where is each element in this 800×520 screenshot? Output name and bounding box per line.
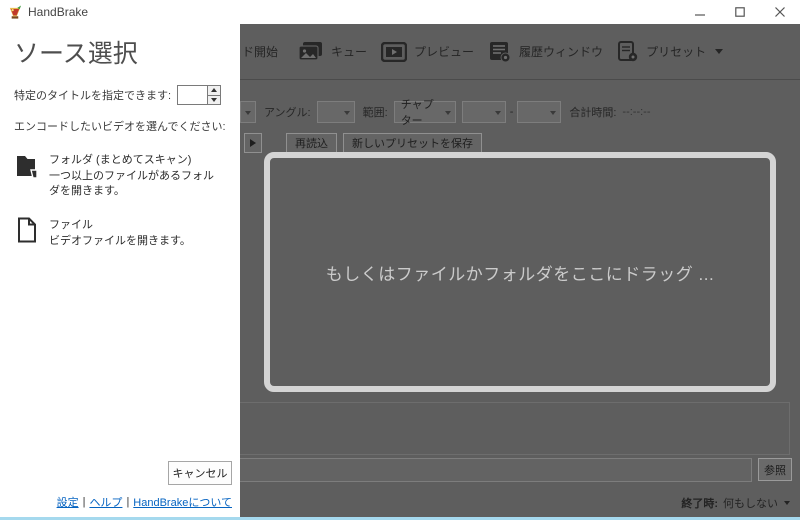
- choose-video-label: エンコードしたいビデオを選んでください:: [14, 121, 226, 133]
- presets-label: プリセット: [646, 45, 707, 59]
- cancel-button[interactable]: キャンセル: [168, 461, 232, 485]
- spin-down-button[interactable]: [208, 94, 221, 104]
- titlebar[interactable]: HandBrake: [0, 0, 800, 24]
- spin-up-button[interactable]: [208, 86, 221, 95]
- start-encode-label: ド開始: [242, 45, 279, 59]
- file-option-description: ビデオファイルを開きます。: [49, 234, 191, 247]
- arrow-right-icon: [250, 138, 256, 147]
- save-new-preset-button[interactable]: 新しいプリセットを保存: [343, 132, 482, 153]
- source-select-panel: ソース選択 特定のタイトルを指定できます: エンコードしたいビデオを選んでくださ…: [0, 24, 240, 517]
- drop-zone-message: もしくはファイルかフォルダをここにドラッグ ...: [325, 264, 715, 284]
- preview-label: プレビュー: [414, 45, 475, 59]
- window-controls: [680, 0, 800, 24]
- toolbar-activity-window[interactable]: 履歴ウィンドウ: [488, 41, 603, 63]
- title-select[interactable]: [240, 101, 256, 123]
- title-number-spinbox: [177, 85, 222, 105]
- link-separator: |: [126, 496, 130, 508]
- activity-window-icon: [490, 41, 511, 62]
- toolbar-start-encode[interactable]: ド開始: [242, 43, 278, 60]
- range-label: 範囲:: [362, 107, 388, 119]
- window-title: HandBrake: [28, 5, 89, 19]
- handbrake-logo: [9, 4, 22, 19]
- destination-row: 参照: [240, 457, 792, 482]
- title-number-row: 特定のタイトルを指定できます:: [14, 85, 232, 105]
- presets-dropdown-icon: [715, 49, 724, 54]
- angle-label: アングル:: [264, 107, 311, 119]
- open-folder-option[interactable]: フォルダ (まとめてスキャン) 一つ以上のファイルがあるフォルダを開きます。: [14, 151, 232, 199]
- reload-button[interactable]: 再読込: [286, 132, 337, 153]
- folder-option-name: フォルダ (まとめてスキャン): [49, 154, 192, 166]
- range-type-select[interactable]: チャプター: [393, 99, 456, 127]
- chevron-down-icon: [550, 111, 557, 115]
- open-file-option[interactable]: ファイル ビデオファイルを開きます。: [14, 216, 232, 249]
- main-toolbar: ド開始 キュー プレビュー 履歴ウィンドウ プリセット: [240, 24, 800, 80]
- range-separator: -: [509, 106, 514, 118]
- chevron-down-icon: [245, 111, 251, 115]
- activity-window-label: 履歴ウィンドウ: [519, 45, 604, 59]
- help-link[interactable]: ヘルプ: [89, 494, 122, 510]
- panel-footer-links: 設定 | ヘルプ | HandBrakeについて: [57, 494, 232, 510]
- presets-icon: [618, 40, 638, 61]
- status-bar: 終了時: 何もしない: [240, 493, 790, 513]
- angle-select[interactable]: [316, 101, 355, 123]
- drag-drop-zone[interactable]: もしくはファイルかフォルダをここにドラッグ ...: [264, 152, 776, 392]
- folder-icon: [14, 151, 40, 199]
- queue-label: キュー: [331, 45, 368, 59]
- close-icon[interactable]: [760, 0, 800, 24]
- main-window-dimmed: ド開始 キュー プレビュー 履歴ウィンドウ プリセット アングル: 範囲: チャ…: [240, 24, 800, 517]
- minimize-icon[interactable]: [680, 0, 720, 24]
- chevron-down-icon: [784, 501, 790, 505]
- duration-label: 合計時間:: [569, 107, 617, 119]
- about-handbrake-link[interactable]: HandBrakeについて: [133, 494, 232, 510]
- file-icon: [14, 216, 40, 249]
- folder-option-description: 一つ以上のファイルがあるフォルダを開きます。: [49, 170, 214, 197]
- chevron-down-icon: [494, 111, 501, 115]
- handbrake-window: HandBrake ド開始 キュー プレビュー 履歴ウィンドウ プリセット アン…: [0, 0, 800, 520]
- presets-panel-toggle-button[interactable]: [244, 132, 262, 153]
- range-start-select[interactable]: [461, 101, 506, 123]
- source-settings-row: アングル: 範囲: チャプター - 合計時間: --:--:--: [240, 99, 800, 127]
- toolbar-presets[interactable]: プリセット: [617, 40, 724, 63]
- output-group-box: [240, 402, 790, 455]
- chevron-down-icon: [444, 111, 451, 115]
- chevron-down-icon: [343, 111, 350, 115]
- destination-path-input[interactable]: [240, 457, 752, 482]
- title-number-label: 特定のタイトルを指定できます:: [14, 90, 172, 102]
- duration-value: --:--:--: [622, 106, 651, 118]
- toolbar-queue[interactable]: キュー: [298, 41, 367, 63]
- title-number-input[interactable]: [177, 85, 208, 105]
- file-option-name: ファイル: [49, 218, 93, 231]
- range-type-value: チャプター: [400, 99, 434, 127]
- arrow-down-icon: [211, 97, 218, 102]
- when-done-select[interactable]: 何もしない: [723, 495, 778, 511]
- range-end-select[interactable]: [517, 101, 562, 123]
- when-done-label: 終了時:: [681, 498, 718, 510]
- maximize-icon[interactable]: [720, 0, 760, 24]
- link-separator: |: [82, 496, 86, 508]
- queue-icon: [298, 41, 323, 61]
- browse-button[interactable]: 参照: [758, 458, 792, 481]
- settings-link[interactable]: 設定: [57, 494, 79, 510]
- preview-icon: [381, 41, 408, 62]
- arrow-up-icon: [211, 88, 218, 93]
- toolbar-preview[interactable]: プレビュー: [381, 41, 475, 62]
- preset-actions-row: 再読込 新しいプリセットを保存: [244, 132, 482, 153]
- panel-title: ソース選択: [14, 40, 138, 68]
